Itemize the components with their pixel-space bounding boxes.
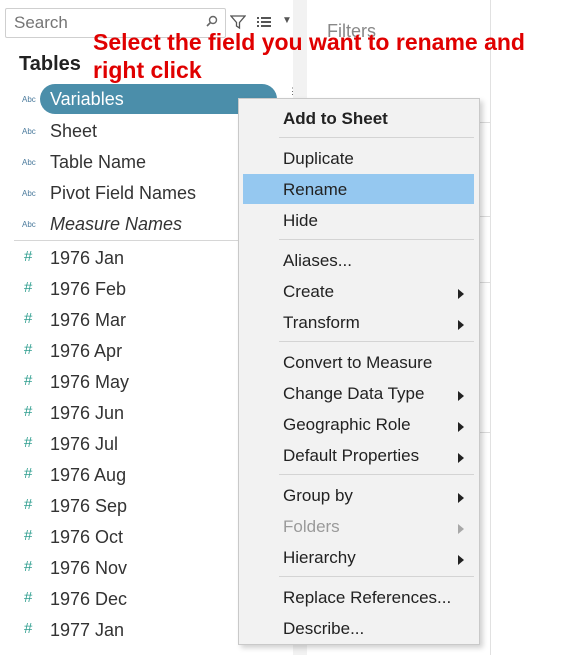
- submenu-arrow-icon: [458, 521, 464, 539]
- string-type-icon: Abc: [22, 158, 36, 167]
- submenu-arrow-icon: [458, 419, 464, 437]
- menu-item-rename[interactable]: Rename: [243, 174, 474, 204]
- menu-item-label: Replace References...: [283, 588, 452, 607]
- field-label: Variables: [50, 89, 124, 109]
- field-label: 1976 Dec: [50, 589, 128, 609]
- menu-item-label: Convert to Measure: [283, 353, 433, 372]
- menu-item-transform[interactable]: Transform: [243, 307, 474, 337]
- menu-separator: [279, 137, 474, 138]
- menu-item-label: Folders: [283, 517, 340, 536]
- number-type-icon: #: [24, 558, 33, 575]
- field-label: Measure Names: [50, 214, 183, 234]
- submenu-arrow-icon: [458, 286, 464, 304]
- menu-item-hide[interactable]: Hide: [243, 205, 474, 235]
- number-type-icon: #: [24, 496, 33, 513]
- menu-item-label: Rename: [283, 180, 348, 199]
- menu-item-describe[interactable]: Describe...: [243, 613, 474, 643]
- string-type-icon: Abc: [22, 189, 36, 198]
- field-label: 1976 May: [50, 372, 130, 392]
- field-label: Pivot Field Names: [50, 183, 197, 203]
- string-type-icon: Abc: [22, 95, 36, 104]
- menu-separator: [279, 576, 474, 577]
- menu-item-replace-references[interactable]: Replace References...: [243, 582, 474, 612]
- menu-item-hierarchy[interactable]: Hierarchy: [243, 542, 474, 572]
- number-type-icon: #: [24, 527, 33, 544]
- field-label: Table Name: [50, 152, 147, 172]
- menu-item-add-to-sheet[interactable]: Add to Sheet: [243, 103, 474, 133]
- field-label: 1976 Oct: [50, 527, 124, 547]
- number-type-icon: #: [24, 620, 33, 637]
- menu-item-label: Create: [283, 282, 335, 301]
- number-type-icon: #: [24, 341, 33, 358]
- menu-item-label: Duplicate: [283, 149, 354, 168]
- field-label: 1976 Feb: [50, 279, 127, 299]
- menu-item-label: Transform: [283, 313, 360, 332]
- menu-item-label: Change Data Type: [283, 384, 425, 403]
- menu-item-label: Hide: [283, 211, 318, 230]
- instruction-annotation: Select the field you want to rename and …: [93, 29, 525, 83]
- number-type-icon: #: [24, 279, 33, 296]
- field-label: 1976 Aug: [50, 465, 127, 485]
- menu-item-label: Hierarchy: [283, 548, 356, 567]
- context-menu: Add to Sheet Duplicate Rename Hide Alias…: [238, 98, 480, 645]
- number-type-icon: #: [24, 434, 33, 451]
- field-label: 1976 Jan: [50, 248, 125, 268]
- menu-separator: [279, 239, 474, 240]
- field-label: Sheet: [50, 121, 98, 141]
- submenu-arrow-icon: [458, 317, 464, 335]
- field-label: 1976 Nov: [50, 558, 128, 578]
- submenu-arrow-icon: [458, 552, 464, 570]
- menu-item-duplicate[interactable]: Duplicate: [243, 143, 474, 173]
- field-label: 1976 Sep: [50, 496, 128, 516]
- menu-item-folders: Folders: [243, 511, 474, 541]
- menu-item-label: Add to Sheet: [283, 109, 388, 128]
- number-type-icon: #: [24, 372, 33, 389]
- menu-item-aliases[interactable]: Aliases...: [243, 245, 474, 275]
- number-type-icon: #: [24, 403, 33, 420]
- menu-separator: [279, 474, 474, 475]
- menu-separator: [279, 341, 474, 342]
- submenu-arrow-icon: [458, 388, 464, 406]
- field-label: 1976 Jun: [50, 403, 125, 423]
- field-label: 1976 Jul: [50, 434, 119, 454]
- menu-item-change-data-type[interactable]: Change Data Type: [243, 378, 474, 408]
- string-type-icon: Abc: [22, 127, 36, 136]
- submenu-arrow-icon: [458, 490, 464, 508]
- field-label: 1977 Jan: [50, 620, 125, 640]
- menu-item-group-by[interactable]: Group by: [243, 480, 474, 510]
- more-icon: ⋮: [288, 86, 297, 96]
- menu-item-label: Describe...: [283, 619, 365, 638]
- number-type-icon: #: [24, 465, 33, 482]
- menu-item-create[interactable]: Create: [243, 276, 474, 306]
- submenu-arrow-icon: [458, 450, 464, 468]
- menu-item-default-properties[interactable]: Default Properties: [243, 440, 474, 470]
- menu-item-geographic-role[interactable]: Geographic Role: [243, 409, 474, 439]
- menu-item-label: Aliases...: [283, 251, 352, 270]
- menu-item-label: Group by: [283, 486, 353, 505]
- menu-item-label: Geographic Role: [283, 415, 411, 434]
- tables-heading: Tables: [19, 53, 81, 75]
- field-label: 1976 Mar: [50, 310, 127, 330]
- menu-item-label: Default Properties: [283, 446, 420, 465]
- number-type-icon: #: [24, 248, 33, 265]
- field-label: 1976 Apr: [50, 341, 123, 361]
- number-type-icon: #: [24, 310, 33, 327]
- menu-item-convert-to-measure[interactable]: Convert to Measure: [243, 347, 474, 377]
- number-type-icon: #: [24, 589, 33, 606]
- string-type-icon: Abc: [22, 220, 36, 229]
- chevron-down-icon[interactable]: ▼: [282, 15, 292, 26]
